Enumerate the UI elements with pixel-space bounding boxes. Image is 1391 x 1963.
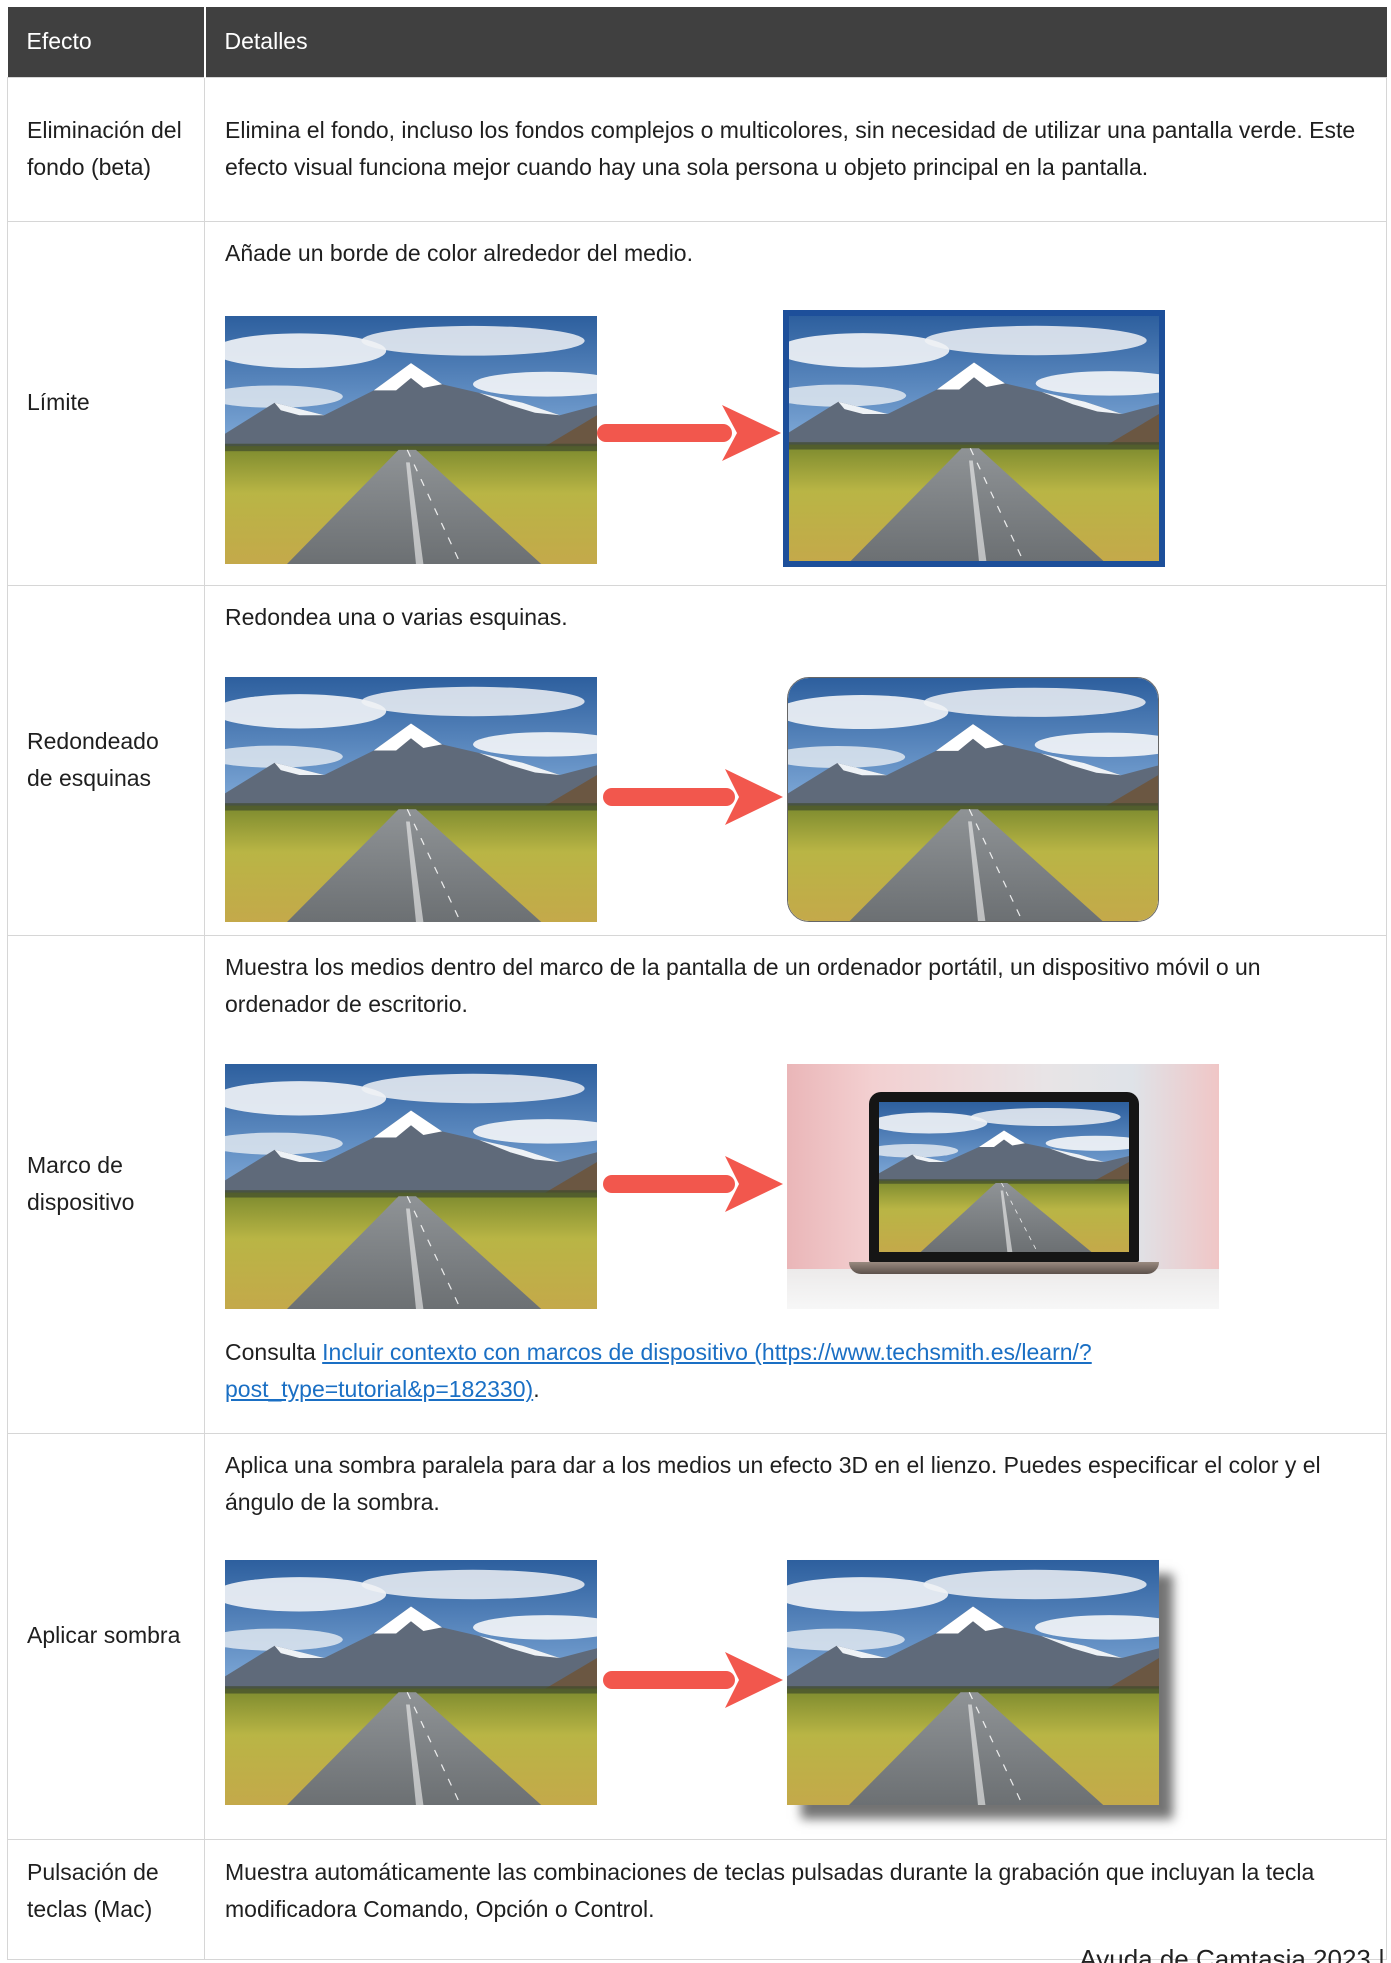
effect-name: Eliminación del fondo (beta) <box>7 76 205 222</box>
arrow-right-icon <box>603 1155 783 1212</box>
effect-details: Añade un borde de color alrededor del me… <box>204 220 1387 586</box>
effect-details: Muestra automáticamente las combinacione… <box>204 1838 1387 1960</box>
after-image-rounded <box>787 676 1159 922</box>
effect-name: Límite <box>7 220 205 586</box>
table-row: Eliminación del fondo (beta) Elimina el … <box>7 76 1387 222</box>
consult-prefix: Consulta <box>225 1338 323 1365</box>
table-row: Aplicar sombra Aplica una sombra paralel… <box>7 1432 1387 1840</box>
effects-table: Efecto Detalles Eliminación del fondo (b… <box>7 7 1387 1960</box>
after-image-shadow <box>787 1559 1159 1805</box>
table-header-row: Efecto Detalles <box>7 7 1387 77</box>
column-header-effect: Efecto <box>7 7 206 77</box>
arrow-right-icon <box>597 404 781 461</box>
effect-name: Aplicar sombra <box>7 1432 205 1840</box>
effect-description: Añade un borde de color alrededor del me… <box>225 239 693 266</box>
before-image <box>225 676 597 922</box>
arrow-right-icon <box>603 1651 783 1708</box>
table-row: Redondeado de esquinas Redondea una o va… <box>7 584 1387 936</box>
table-row: Marco de dispositivo Muestra los medios … <box>7 934 1387 1434</box>
table-row: Límite Añade un borde de color alrededor… <box>7 220 1387 586</box>
consult-paragraph: Consulta Incluir contexto con marcos de … <box>225 1334 1365 1409</box>
arrow-right-icon <box>603 768 783 825</box>
effect-description: Redondea una o varias esquinas. <box>225 603 568 630</box>
effect-name: Pulsación de teclas (Mac) <box>7 1838 205 1960</box>
effect-description: Muestra automáticamente las combinacione… <box>225 1858 1315 1923</box>
before-image <box>225 1559 597 1805</box>
effect-description: Elimina el fondo, incluso los fondos com… <box>225 116 1356 181</box>
after-image-border <box>783 309 1165 567</box>
laptop-base <box>849 1261 1159 1274</box>
before-image <box>225 1063 597 1309</box>
effect-details: Aplica una sombra paralela para dar a lo… <box>204 1432 1387 1840</box>
effect-details: Elimina el fondo, incluso los fondos com… <box>204 76 1387 222</box>
page-footer: Ayuda de Camtasia 2023 | 13 <box>1079 1944 1391 1963</box>
effect-description: Muestra los medios dentro del marco de l… <box>225 953 1261 1018</box>
effect-details: Muestra los medios dentro del marco de l… <box>204 934 1387 1434</box>
device-frame-link[interactable]: Incluir contexto con marcos de dispositi… <box>225 1339 1092 1403</box>
after-image-device-frame <box>787 1063 1219 1309</box>
before-image <box>225 315 597 564</box>
column-header-details: Detalles <box>204 7 1387 77</box>
effect-name: Redondeado de esquinas <box>7 584 205 936</box>
consult-suffix: . <box>533 1376 540 1402</box>
effect-name: Marco de dispositivo <box>7 934 205 1434</box>
effect-details: Redondea una o varias esquinas. <box>204 584 1387 936</box>
laptop-screen <box>869 1091 1139 1262</box>
effect-description: Aplica una sombra paralela para dar a lo… <box>225 1451 1321 1516</box>
table-row: Pulsación de teclas (Mac) Muestra automá… <box>7 1838 1387 1960</box>
